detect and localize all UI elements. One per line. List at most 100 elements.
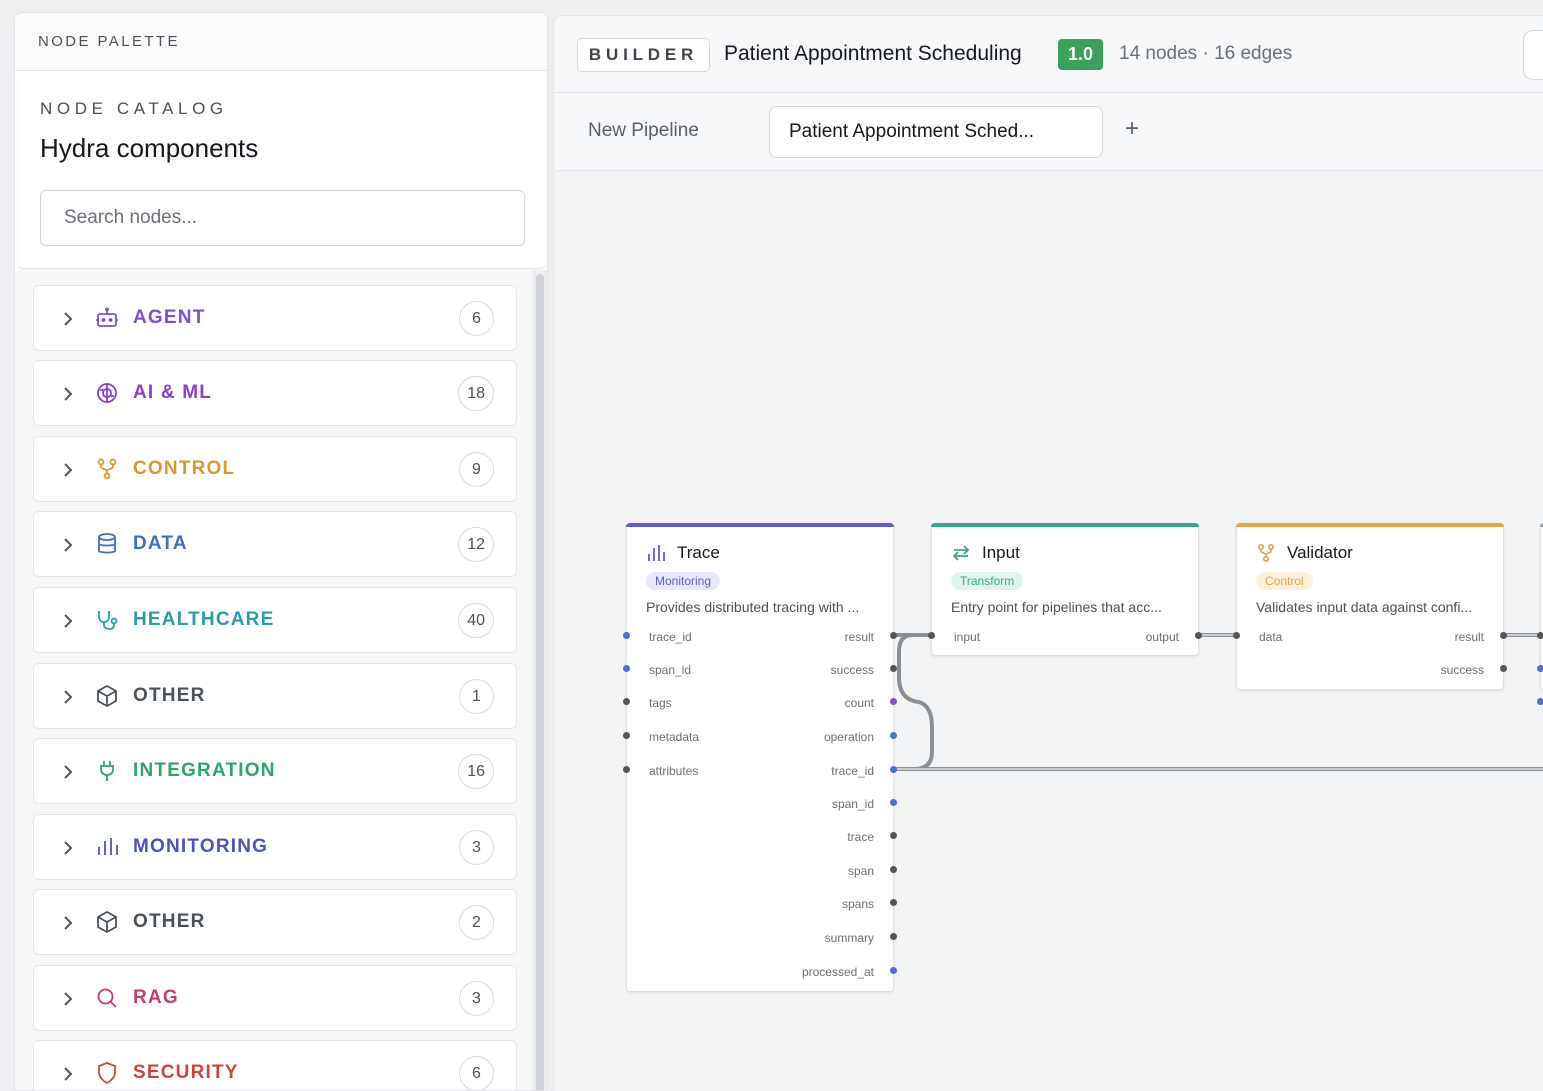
- output-handle[interactable]: [1500, 632, 1507, 639]
- category-other[interactable]: OTHER 2: [33, 889, 517, 955]
- category-security[interactable]: SECURITY 6: [33, 1040, 517, 1090]
- node-description: Provides distributed tracing with ...: [646, 599, 860, 615]
- category-count: 3: [459, 830, 494, 865]
- catalog-kicker: NODE CATALOG: [40, 99, 228, 118]
- tab-patient-appointment[interactable]: Patient Appointment Sched...: [769, 106, 1103, 158]
- node-badge: Monitoring: [646, 572, 721, 590]
- category-list: AGENT 6 AI & ML 18 CONTROL 9 DATA 12 HEA…: [15, 270, 533, 1090]
- output-handle[interactable]: [890, 899, 897, 906]
- output-handle[interactable]: [890, 933, 897, 940]
- input-handle[interactable]: [623, 698, 630, 705]
- palette-scrollbar[interactable]: [533, 270, 547, 1090]
- category-label: INTEGRATION: [133, 760, 276, 781]
- node-palette: NODE PALETTE NODE CATALOG Hydra componen…: [14, 12, 548, 1091]
- output-handle[interactable]: [1500, 665, 1507, 672]
- output-port: success: [1440, 663, 1484, 677]
- output-handle[interactable]: [890, 967, 897, 974]
- input-handle[interactable]: [1233, 632, 1240, 639]
- swap-arrows-icon: [952, 545, 970, 561]
- category-control[interactable]: CONTROL 9: [33, 436, 517, 502]
- branch-icon: [97, 458, 117, 480]
- output-port: success: [830, 663, 874, 677]
- edge-trace-to-input: [893, 633, 934, 771]
- category-ai-ml[interactable]: AI & ML 18: [33, 360, 517, 426]
- node-title: Input: [982, 543, 1020, 562]
- category-agent[interactable]: AGENT 6: [33, 285, 517, 351]
- output-handle[interactable]: [890, 732, 897, 739]
- output-port: result: [1454, 630, 1484, 644]
- output-handle[interactable]: [890, 698, 897, 705]
- node-trace[interactable]: Trace Monitoring Provides distributed tr…: [623, 523, 897, 992]
- add-tab-button[interactable]: +: [1125, 115, 1139, 143]
- category-monitoring[interactable]: MONITORING 3: [33, 814, 517, 880]
- category-label: OTHER: [133, 911, 206, 932]
- category-label: OTHER: [133, 685, 206, 706]
- pipeline-canvas[interactable]: Trace Monitoring Provides distributed tr…: [553, 172, 1543, 1091]
- category-label: MONITORING: [133, 836, 269, 857]
- chevron-right-icon: [64, 1067, 73, 1081]
- chevron-right-icon: [64, 614, 73, 628]
- cube-icon: [97, 684, 117, 708]
- node-badge: Control: [1256, 572, 1313, 590]
- category-label: CONTROL: [133, 458, 236, 479]
- category-data[interactable]: DATA 12: [33, 511, 517, 577]
- chevron-right-icon: [64, 916, 73, 930]
- input-port: span_id: [649, 663, 692, 677]
- node-validator[interactable]: Validator Control Validates input data a…: [1233, 523, 1507, 690]
- output-handle[interactable]: [890, 832, 897, 839]
- output-port: span_id: [831, 797, 874, 811]
- chevron-right-icon: [64, 463, 73, 477]
- node-color-bar: [1236, 523, 1504, 527]
- node-badge: Transform: [951, 572, 1024, 590]
- node-color-bar: [626, 523, 894, 527]
- input-port: data: [1259, 630, 1283, 644]
- category-label: SECURITY: [133, 1062, 239, 1083]
- category-count: 18: [458, 376, 494, 411]
- node-input[interactable]: Input Transform Entry point for pipeline…: [928, 523, 1202, 656]
- input-handle[interactable]: [1537, 698, 1543, 705]
- category-healthcare[interactable]: HEALTHCARE 40: [33, 587, 517, 653]
- input-handle[interactable]: [1537, 632, 1543, 639]
- chevron-right-icon: [64, 538, 73, 552]
- chevron-right-icon: [64, 690, 73, 704]
- search-input[interactable]: [40, 190, 525, 246]
- category-count: 3: [459, 981, 494, 1016]
- input-handle[interactable]: [623, 632, 630, 639]
- output-handle[interactable]: [890, 799, 897, 806]
- scrollbar-thumb[interactable]: [536, 274, 544, 1090]
- input-handle[interactable]: [928, 632, 935, 639]
- chevron-right-icon: [64, 387, 73, 401]
- output-handle[interactable]: [890, 665, 897, 672]
- output-handle[interactable]: [890, 632, 897, 639]
- output-port: span: [847, 864, 874, 878]
- output-handle[interactable]: [890, 866, 897, 873]
- palette-header: NODE PALETTE: [15, 13, 547, 71]
- header-action-button[interactable]: [1523, 30, 1543, 80]
- tab-new-pipeline[interactable]: New Pipeline: [588, 120, 699, 142]
- output-handle[interactable]: [890, 766, 897, 773]
- input-handle[interactable]: [623, 665, 630, 672]
- chevron-right-icon: [64, 992, 73, 1006]
- robot-icon: [96, 307, 118, 327]
- branch-icon: [1257, 543, 1275, 563]
- chevron-right-icon: [64, 312, 73, 326]
- category-label: HEALTHCARE: [133, 609, 275, 630]
- output-handle[interactable]: [1195, 632, 1202, 639]
- bar-chart-icon: [648, 545, 665, 561]
- category-rag[interactable]: RAG 3: [33, 965, 517, 1031]
- input-handle[interactable]: [623, 732, 630, 739]
- catalog-title: Hydra components: [40, 133, 259, 163]
- database-icon: [98, 533, 116, 554]
- output-port: processed_at: [801, 965, 874, 979]
- category-other[interactable]: OTHER 1: [33, 663, 517, 729]
- input-handle[interactable]: [623, 766, 630, 773]
- category-count: 16: [458, 754, 494, 789]
- category-count: 6: [459, 301, 494, 336]
- output-port: count: [844, 696, 874, 710]
- input-handle[interactable]: [1537, 665, 1543, 672]
- output-port: spans: [841, 897, 874, 911]
- category-count: 9: [459, 452, 494, 487]
- cube-icon: [97, 910, 117, 934]
- category-integration[interactable]: INTEGRATION 16: [33, 738, 517, 804]
- category-label: AGENT: [133, 307, 206, 328]
